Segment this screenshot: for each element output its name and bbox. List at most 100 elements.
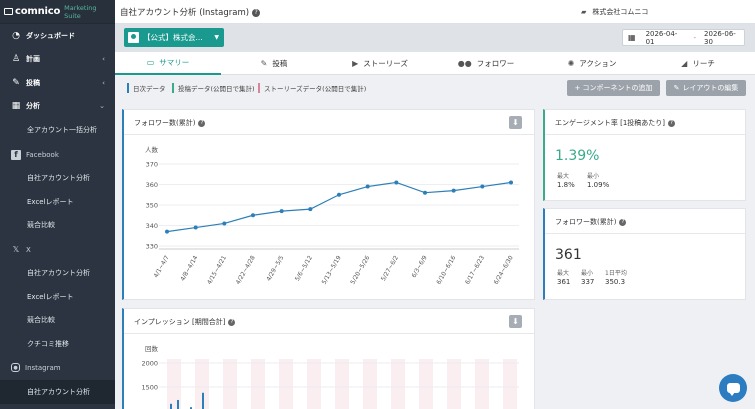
analytics-icon: ▦ [11, 101, 21, 112]
download-button[interactable]: ⬇ [509, 315, 522, 328]
company-name[interactable]: ▰ 株式会社コムニコ [581, 7, 648, 17]
date-from: 2026-04-01 [645, 29, 678, 46]
stat-label: 1日平均 [605, 270, 627, 277]
x-icon: 𝕏 [12, 245, 20, 255]
panel-title-text: インプレッション [期間合計] [134, 318, 226, 326]
y-axis-label: 回数 [145, 344, 159, 353]
stories-background-band [279, 359, 293, 409]
follower-min: 最小 337 [581, 268, 594, 286]
date-range-picker[interactable]: ▦ 2026-04-01 - 2026-06-30 [622, 29, 745, 46]
plan-icon: ♙ [11, 54, 21, 65]
data-point [222, 221, 227, 226]
sidebar-item-x-excel[interactable]: Excelレポート [0, 285, 115, 309]
sidebar-item-fb-competitor[interactable]: 競合比較 [0, 214, 115, 238]
sidebar-item-x-own-analysis[interactable]: 自社アカウント分析 [0, 262, 115, 286]
stories-background-band [503, 359, 517, 409]
sidebar-item-label: 自社アカウント分析 [27, 387, 90, 396]
action-icon: ✺ [567, 59, 575, 68]
download-button[interactable]: ⬇ [509, 116, 522, 129]
edit-layout-button[interactable]: ✎ レイアウトの編集 [666, 80, 746, 96]
data-point [451, 188, 456, 193]
x-tick-label: 5/6~5/12 [294, 254, 314, 282]
megaphone-icon: ◢ [681, 59, 688, 68]
sidebar-item-label: 自社アカウント分析 [27, 174, 90, 183]
sidebar-item-fb-own-analysis[interactable]: 自社アカウント分析 [0, 167, 115, 191]
sidebar-section-label: Facebook [26, 150, 59, 159]
data-point [165, 229, 169, 234]
data-point [423, 190, 427, 195]
add-component-label: + コンポーネントの追加 [574, 84, 653, 92]
sidebar-item-plan[interactable]: ♙ 計画 ‹ [0, 48, 115, 72]
chevron-left-icon: ‹ [102, 78, 105, 87]
help-icon[interactable]: ? [198, 120, 206, 127]
calendar-icon: ▦ [628, 33, 636, 42]
tab-posts[interactable]: ✎ 投稿 [221, 52, 327, 75]
sidebar-item-all-accounts[interactable]: 全アカウント一括分析 [0, 118, 115, 142]
stat-value: 337 [581, 278, 595, 286]
chat-support-button[interactable] [719, 374, 747, 402]
account-selector[interactable]: 【公式】株式会... ▼ [124, 28, 224, 47]
stories-background-band [447, 359, 461, 409]
follower-count-value: 361 [555, 247, 582, 263]
add-component-button[interactable]: + コンポーネントの追加 [567, 80, 660, 96]
sidebar-item-analytics[interactable]: ▦ 分析 ⌄ [0, 95, 115, 119]
data-point [509, 180, 513, 185]
stat-label: 最大 [557, 270, 570, 277]
help-icon[interactable]: ? [619, 219, 627, 226]
account-avatar [128, 32, 139, 43]
engagement-min: 最小 1.09% [587, 171, 609, 189]
users-icon: ●● [457, 59, 472, 68]
sidebar-item-label: 計画 [26, 55, 40, 64]
sidebar-item-dashboard[interactable]: ◔ ダッシュボード [0, 24, 115, 48]
x-tick-label: 4/22~4/28 [235, 254, 257, 285]
date-separator: - [693, 33, 697, 42]
sidebar-item-x-reviews[interactable]: クチコミ推移 [0, 332, 115, 356]
x-tick-label: 6/10~6/16 [435, 254, 457, 285]
post-icon: ✎ [12, 77, 20, 88]
facebook-icon: f [11, 149, 21, 160]
tab-label: ストーリーズ [363, 59, 408, 68]
stat-label: 最小 [581, 270, 594, 277]
help-icon[interactable]: ? [228, 319, 236, 326]
sidebar-item-post[interactable]: ✎ 投稿 ‹ [0, 71, 115, 95]
panel-title-text: フォロワー数(累計) [134, 119, 196, 127]
y-tick-label: 350 [146, 202, 158, 210]
engagement-max: 最大 1.8% [557, 171, 575, 189]
chat-icon [726, 383, 740, 396]
help-icon[interactable]: ? [252, 8, 261, 17]
sidebar-section-label: X [26, 245, 31, 254]
help-icon[interactable]: ? [668, 120, 676, 127]
followers-line-chart: 人数 330 340 350 360 370 4/1~4/7 4/8~4/14 4/15~4/2… [145, 145, 519, 286]
y-tick-label: 1500 [141, 384, 158, 392]
tab-label: アクション [579, 59, 617, 68]
sidebar-section-facebook: f Facebook [0, 143, 115, 167]
date-to: 2026-06-30 [704, 29, 736, 46]
summary-icon: ▭ [146, 58, 155, 67]
sidebar-item-label: 競合比較 [27, 221, 55, 230]
x-tick-label: 4/29~5/5 [265, 254, 285, 282]
tab-summary[interactable]: ▭ サマリー [115, 52, 221, 75]
stat-value: 1.09% [587, 181, 610, 189]
tab-label: フォロワー [476, 59, 515, 68]
brand[interactable]: comnico Marketing Suite [0, 0, 115, 24]
x-tick-label: 6/17~6/23 [464, 254, 486, 285]
panel-title: フォロワー数(累計)? [555, 217, 627, 227]
sidebar-item-fb-excel[interactable]: Excelレポート [0, 190, 115, 214]
stories-background-band [475, 359, 489, 409]
tab-actions[interactable]: ✺ アクション [539, 52, 645, 75]
panel-divider [124, 333, 534, 334]
y-tick-label: 360 [146, 181, 158, 189]
panel-divider [545, 134, 745, 135]
sidebar-item-ig-own-analysis[interactable]: 自社アカウント分析 [0, 380, 115, 404]
chevron-left-icon: ‹ [102, 55, 105, 64]
legend-post: 投稿データ(公開日で集計) [172, 83, 255, 93]
x-tick-label: 6/3~6/9 [410, 254, 428, 279]
data-point [337, 192, 341, 197]
tab-followers[interactable]: ●● フォロワー [433, 52, 539, 75]
tab-reach[interactable]: ◢ リーチ [645, 52, 751, 75]
sidebar-item-x-competitor[interactable]: 競合比較 [0, 309, 115, 333]
engagement-panel: エンゲージメント率 [1投稿あたり]? 1.39% 最大 1.8% 最小 1.09% [543, 109, 746, 201]
followers-chart-panel: フォロワー数(累計)? ⬇ 人数 330 340 350 360 370 4/1~4/7 4/… [122, 109, 535, 300]
tab-stories[interactable]: ▶ ストーリーズ [327, 52, 433, 75]
sidebar-item-label: 投稿 [26, 78, 40, 87]
